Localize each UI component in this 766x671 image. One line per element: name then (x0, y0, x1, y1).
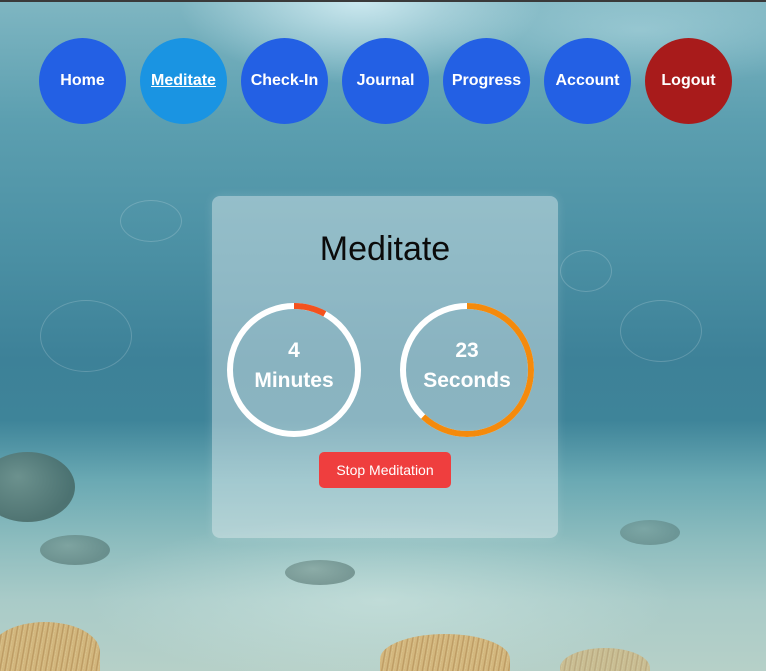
coral (0, 622, 100, 671)
nav-check-in-label: Check-In (250, 72, 319, 89)
seconds-readout: 23 Seconds (399, 336, 535, 396)
minutes-timer-ring: 4 Minutes (226, 302, 362, 438)
seconds-value: 23 (455, 339, 479, 362)
nav-home-label: Home (60, 72, 105, 89)
nav-meditate-label: Meditate (151, 72, 216, 89)
stop-meditation-button[interactable]: Stop Meditation (319, 452, 451, 488)
seabed-rock (285, 560, 355, 585)
nav-check-in-button[interactable]: Check-In (241, 38, 328, 124)
seabed-rock (0, 452, 75, 522)
seabed-rock (620, 520, 680, 545)
coral (560, 648, 650, 671)
water-ripple (620, 300, 702, 362)
minutes-unit: Minutes (254, 369, 334, 392)
nav-home-button[interactable]: Home (39, 38, 126, 124)
seabed-rock (40, 535, 110, 565)
seconds-unit: Seconds (423, 369, 511, 392)
nav-meditate-button[interactable]: Meditate (140, 38, 227, 124)
minutes-value: 4 (288, 339, 300, 362)
nav-account-button[interactable]: Account (544, 38, 631, 124)
water-ripple (120, 200, 182, 242)
nav-logout-button[interactable]: Logout (645, 38, 732, 124)
meditate-title: Meditate (319, 230, 451, 268)
nav-journal-button[interactable]: Journal (342, 38, 429, 124)
nav-progress-button[interactable]: Progress (443, 38, 530, 124)
window-top-border (0, 0, 766, 2)
nav-progress-label: Progress (451, 72, 522, 89)
seconds-timer-ring: 23 Seconds (399, 302, 535, 438)
water-ripple (560, 250, 612, 292)
nav-journal-label: Journal (356, 72, 415, 89)
meditate-card: Meditate 4 Minutes 23 Seconds Stop Medit… (212, 196, 558, 538)
coral (380, 634, 510, 671)
minutes-readout: 4 Minutes (226, 336, 362, 396)
water-ripple (40, 300, 132, 372)
nav-logout-label: Logout (661, 72, 716, 89)
main-nav: Home Meditate Check-In Journal Progress … (39, 38, 732, 124)
nav-account-label: Account (555, 72, 620, 89)
